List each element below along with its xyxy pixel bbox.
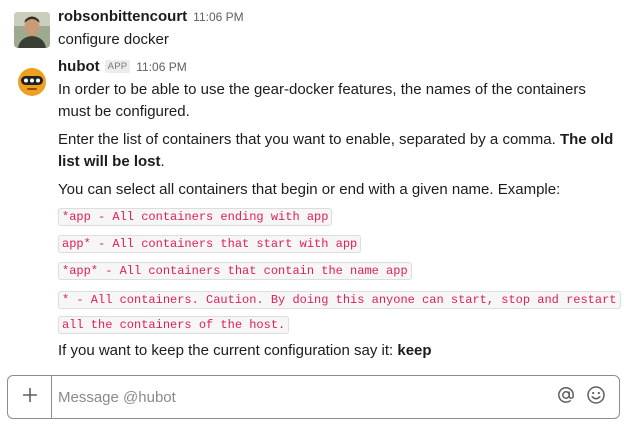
smiley-icon bbox=[586, 385, 606, 410]
message-paragraph: If you want to keep the current configur… bbox=[58, 340, 618, 362]
message-paragraph: You can select all containers that begin… bbox=[58, 181, 561, 198]
app-badge: APP bbox=[104, 60, 131, 73]
paragraph-text: If you want to keep the current configur… bbox=[58, 342, 398, 359]
inline-code: *app* - All containers that contain the … bbox=[58, 262, 412, 280]
inline-code: app* - All containers that start with ap… bbox=[58, 235, 362, 253]
at-sign-icon bbox=[556, 385, 576, 410]
code-line: * - All containers. Caution. By doing th… bbox=[58, 286, 621, 336]
paragraph-text: . bbox=[160, 153, 165, 170]
attach-button[interactable] bbox=[8, 376, 52, 418]
message-timestamp[interactable]: 11:06 PM bbox=[136, 60, 186, 74]
mention-button[interactable] bbox=[555, 386, 577, 408]
code-line: *app - All containers ending with app bbox=[58, 205, 618, 227]
plus-icon bbox=[22, 387, 38, 408]
hubot-avatar[interactable] bbox=[14, 62, 50, 98]
paragraph-text: Enter the list of containers that you wa… bbox=[58, 131, 560, 148]
sender-name[interactable]: robsonbittencourt bbox=[58, 8, 187, 25]
message-composer bbox=[7, 375, 620, 419]
message-paragraph: Enter the list of containers that you wa… bbox=[58, 129, 618, 173]
code-line: *app* - All containers that contain the … bbox=[58, 259, 618, 281]
inline-code: *app - All containers ending with app bbox=[58, 208, 333, 226]
message-text: configure docker bbox=[58, 31, 169, 48]
bold-text: keep bbox=[397, 342, 432, 359]
user-avatar[interactable] bbox=[14, 12, 50, 48]
message-input[interactable] bbox=[58, 384, 538, 410]
message-timestamp[interactable]: 11:06 PM bbox=[193, 10, 243, 24]
sender-name[interactable]: hubot bbox=[58, 58, 100, 75]
emoji-button[interactable] bbox=[585, 385, 607, 410]
inline-code: * - All containers. Caution. By doing th… bbox=[58, 291, 621, 334]
message-body: In order to be able to use the gear-dock… bbox=[58, 79, 621, 362]
message-paragraph: In order to be able to use the gear-dock… bbox=[58, 81, 586, 120]
code-line: app* - All containers that start with ap… bbox=[58, 232, 618, 254]
